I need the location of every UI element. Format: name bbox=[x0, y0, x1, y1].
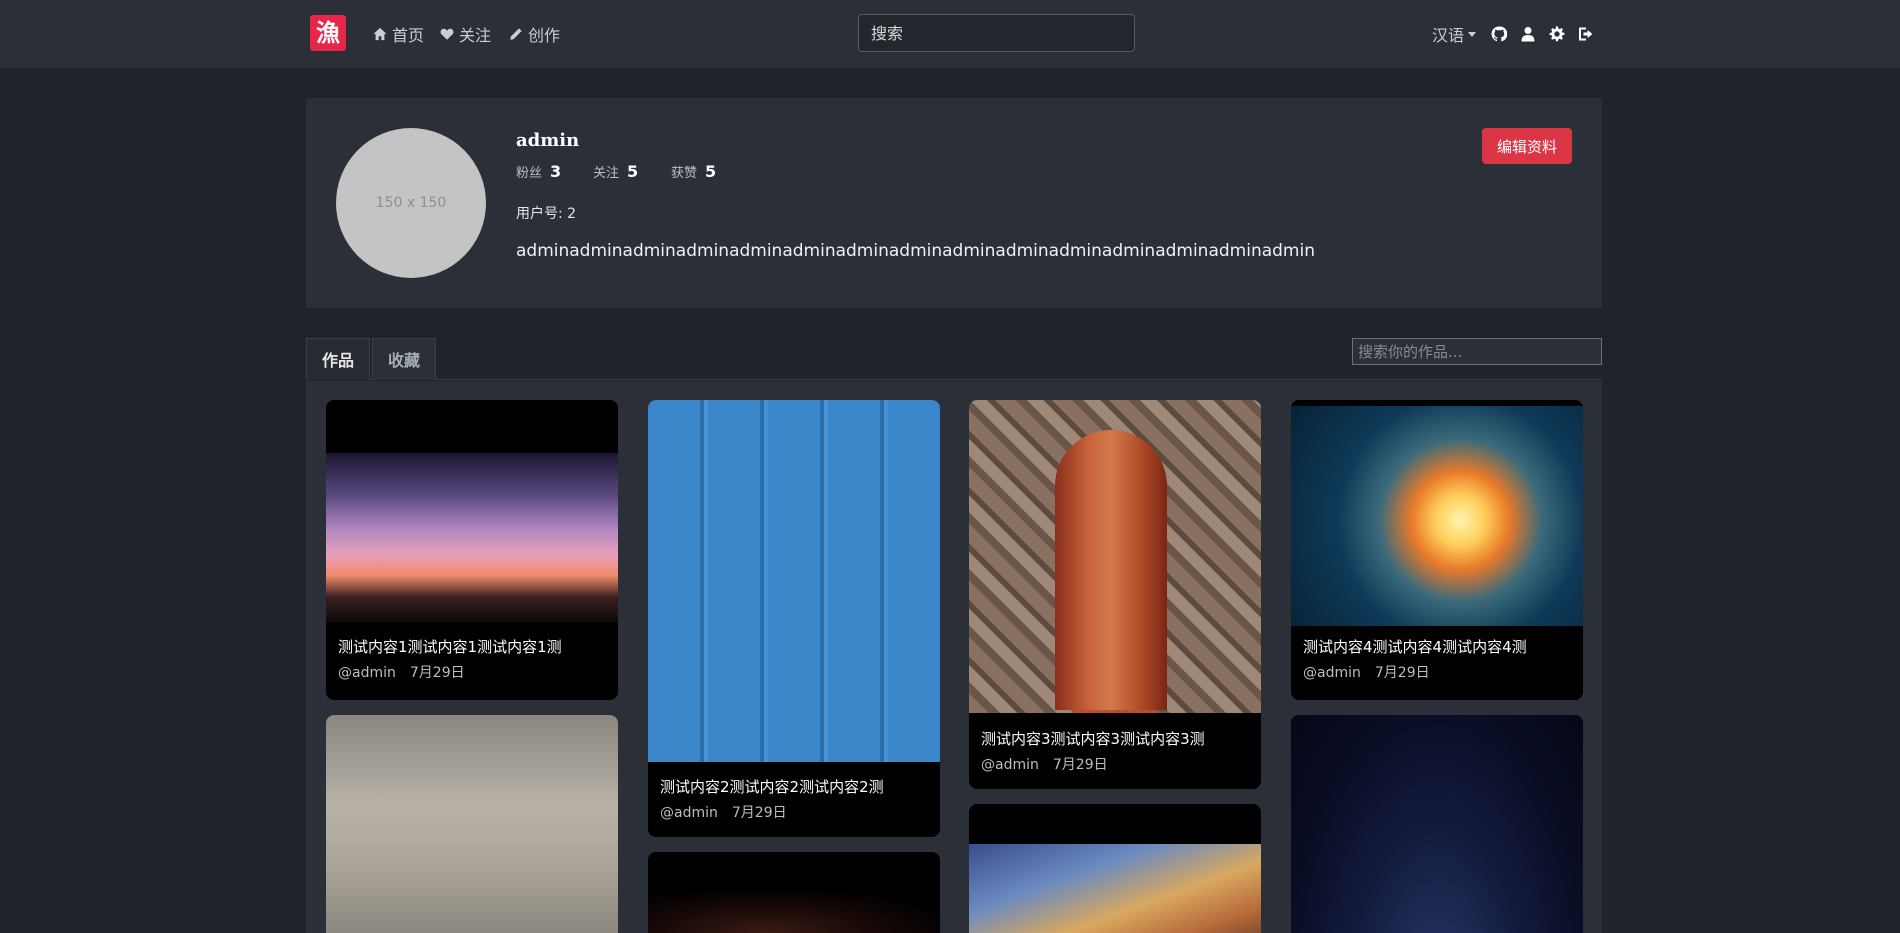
tab-works[interactable]: 作品 bbox=[306, 338, 371, 380]
gear-icon[interactable] bbox=[1549, 26, 1565, 42]
profile-username: admin bbox=[516, 130, 580, 151]
top-navbar: 漁 首页 关注 创作 汉语 bbox=[0, 0, 1900, 68]
stat-following[interactable]: 关注 5 bbox=[593, 162, 638, 181]
heart-icon bbox=[440, 28, 454, 40]
language-dropdown[interactable]: 汉语 bbox=[1432, 22, 1477, 46]
work-image-6 bbox=[648, 892, 940, 933]
work-image-2 bbox=[648, 400, 940, 762]
profile-panel: 150 x 150 admin 粉丝 3 关注 5 获赞 5 用户号: 2 ad… bbox=[306, 98, 1602, 308]
work-date-1: 7月29日 bbox=[409, 665, 465, 681]
nav-home-link[interactable]: 首页 bbox=[373, 22, 424, 46]
logo[interactable]: 漁 bbox=[310, 15, 346, 51]
works-search-input[interactable] bbox=[1352, 338, 1602, 365]
work-card-7[interactable] bbox=[969, 804, 1261, 933]
stat-likes-label: 获赞 bbox=[671, 166, 698, 181]
tab-favorites[interactable]: 收藏 bbox=[372, 338, 437, 380]
nav-create-label: 创作 bbox=[528, 26, 561, 45]
profile-bio: adminadminadminadminadminadminadminadmin… bbox=[516, 241, 1315, 261]
nav-home-label: 首页 bbox=[392, 26, 425, 45]
work-image-1 bbox=[326, 453, 618, 623]
work-card-8[interactable] bbox=[1291, 715, 1583, 933]
work-card-3[interactable]: 测试内容3测试内容3测试内容3测 @admin 7月29日 bbox=[969, 400, 1261, 789]
work-date-4: 7月29日 bbox=[1374, 665, 1430, 681]
work-card-2[interactable]: 测试内容2测试内容2测试内容2测 @admin 7月29日 bbox=[648, 400, 940, 837]
work-image-3 bbox=[969, 400, 1261, 713]
work-meta-2: @admin 7月29日 bbox=[660, 802, 787, 822]
user-icon[interactable] bbox=[1520, 26, 1536, 42]
work-title-4: 测试内容4测试内容4测试内容4测 bbox=[1303, 638, 1527, 656]
github-icon[interactable] bbox=[1491, 26, 1508, 42]
stat-following-label: 关注 bbox=[593, 166, 620, 181]
work-image-8 bbox=[1291, 715, 1583, 933]
stat-followers[interactable]: 粉丝 3 bbox=[516, 162, 561, 181]
work-image-4 bbox=[1291, 406, 1583, 626]
work-card-1[interactable]: 测试内容1测试内容1测试内容1测 @admin 7月29日 bbox=[326, 400, 618, 700]
work-date-3: 7月29日 bbox=[1052, 757, 1108, 773]
work-author-2[interactable]: @admin bbox=[660, 805, 718, 821]
user-id: 用户号: 2 bbox=[516, 206, 577, 222]
work-card-4[interactable]: 测试内容4测试内容4测试内容4测 @admin 7月29日 bbox=[1291, 400, 1583, 700]
edit-profile-button[interactable]: 编辑资料 bbox=[1482, 128, 1572, 164]
work-meta-4: @admin 7月29日 bbox=[1303, 662, 1430, 682]
stat-likes: 获赞 5 bbox=[671, 162, 716, 181]
work-author-3[interactable]: @admin bbox=[981, 757, 1039, 773]
sign-out-icon[interactable] bbox=[1578, 26, 1594, 42]
work-date-2: 7月29日 bbox=[731, 805, 787, 821]
avatar: 150 x 150 bbox=[336, 128, 486, 278]
work-card-5[interactable] bbox=[326, 715, 618, 933]
nav-create-link[interactable]: 创作 bbox=[509, 22, 560, 46]
door-arch bbox=[1055, 430, 1167, 710]
work-meta-3: @admin 7月29日 bbox=[981, 754, 1108, 774]
nav-follow-label: 关注 bbox=[459, 26, 492, 45]
work-meta-1: @admin 7月29日 bbox=[338, 662, 465, 682]
search-input[interactable] bbox=[858, 14, 1135, 52]
work-image-7 bbox=[969, 844, 1261, 933]
work-author-4[interactable]: @admin bbox=[1303, 665, 1361, 681]
works-grid: 测试内容1测试内容1测试内容1测 @admin 7月29日 测试内容2测试内容2测… bbox=[306, 381, 1602, 933]
stat-followers-label: 粉丝 bbox=[516, 166, 543, 181]
language-label: 汉语 bbox=[1432, 26, 1465, 45]
pencil-icon bbox=[510, 28, 522, 40]
work-card-6[interactable] bbox=[648, 852, 940, 933]
stat-following-value: 5 bbox=[627, 162, 639, 181]
work-image-5 bbox=[326, 715, 618, 933]
stat-likes-value: 5 bbox=[705, 162, 717, 181]
work-title-3: 测试内容3测试内容3测试内容3测 bbox=[981, 730, 1205, 748]
work-title-2: 测试内容2测试内容2测试内容2测 bbox=[660, 778, 884, 796]
work-title-1: 测试内容1测试内容1测试内容1测 bbox=[338, 638, 562, 656]
home-icon bbox=[373, 27, 387, 41]
caret-down-icon bbox=[1468, 31, 1477, 37]
work-author-1[interactable]: @admin bbox=[338, 665, 396, 681]
stat-followers-value: 3 bbox=[550, 162, 562, 181]
nav-follow-link[interactable]: 关注 bbox=[440, 22, 491, 46]
